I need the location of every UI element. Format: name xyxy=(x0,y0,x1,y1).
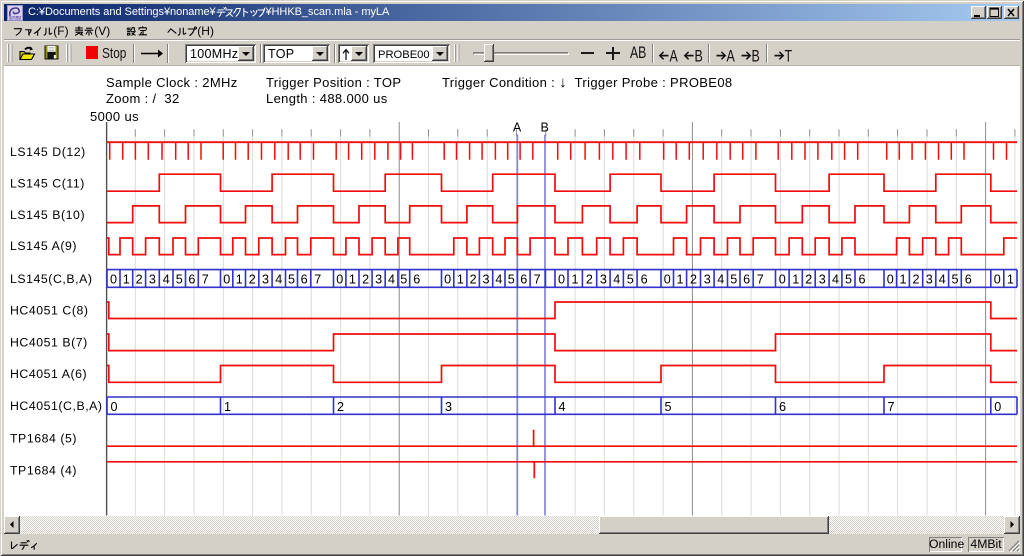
svg-text:LS145 C(11): LS145 C(11) xyxy=(10,176,85,190)
svg-text:6: 6 xyxy=(301,273,308,287)
svg-text:0: 0 xyxy=(110,400,117,414)
svg-text:1: 1 xyxy=(676,273,683,287)
svg-text:4: 4 xyxy=(939,273,946,287)
svg-text:0: 0 xyxy=(336,273,343,287)
svg-text:2: 2 xyxy=(249,273,256,287)
svg-text:6: 6 xyxy=(641,273,648,287)
svg-text:TP1684 (5): TP1684 (5) xyxy=(10,431,77,445)
svg-text:0: 0 xyxy=(994,400,1001,414)
svg-text:0: 0 xyxy=(110,273,117,287)
svg-text:2: 2 xyxy=(136,273,143,287)
svg-text:HC4051 C(8): HC4051 C(8) xyxy=(10,304,89,318)
svg-text:5: 5 xyxy=(288,273,295,287)
svg-text:3: 3 xyxy=(482,273,489,287)
svg-text:5: 5 xyxy=(508,273,515,287)
svg-text:7: 7 xyxy=(202,273,209,287)
svg-text:6: 6 xyxy=(965,273,972,287)
svg-text:5: 5 xyxy=(951,273,958,287)
svg-text:0: 0 xyxy=(223,273,230,287)
svg-text:5: 5 xyxy=(176,273,183,287)
svg-text:2: 2 xyxy=(912,273,919,287)
svg-text:3: 3 xyxy=(262,273,269,287)
svg-text:0: 0 xyxy=(558,273,565,287)
svg-text:0: 0 xyxy=(664,273,671,287)
svg-text:0: 0 xyxy=(444,273,451,287)
svg-text:3: 3 xyxy=(819,273,826,287)
svg-text:HC4051 A(6): HC4051 A(6) xyxy=(10,367,87,381)
svg-text:2: 2 xyxy=(690,273,697,287)
svg-text:1: 1 xyxy=(792,273,799,287)
svg-text:1: 1 xyxy=(224,400,231,414)
svg-text:4: 4 xyxy=(388,273,395,287)
svg-text:7: 7 xyxy=(887,400,894,414)
svg-text:4: 4 xyxy=(832,273,839,287)
svg-text:4: 4 xyxy=(717,273,724,287)
svg-text:3: 3 xyxy=(926,273,933,287)
svg-text:7: 7 xyxy=(757,273,764,287)
svg-text:0: 0 xyxy=(779,273,786,287)
svg-text:6: 6 xyxy=(188,273,195,287)
svg-text:3: 3 xyxy=(704,273,711,287)
svg-text:4: 4 xyxy=(613,273,620,287)
svg-text:LS145 B(10): LS145 B(10) xyxy=(10,208,85,222)
svg-text:5: 5 xyxy=(730,273,737,287)
svg-text:HC4051(C,B,A): HC4051(C,B,A) xyxy=(10,399,103,413)
svg-text:3: 3 xyxy=(445,400,452,414)
svg-text:1: 1 xyxy=(236,273,243,287)
svg-text:1: 1 xyxy=(571,273,578,287)
svg-text:3: 3 xyxy=(600,273,607,287)
svg-text:7: 7 xyxy=(534,273,541,287)
svg-text:LS145 D(12): LS145 D(12) xyxy=(10,145,86,159)
svg-text:6: 6 xyxy=(743,273,750,287)
svg-text:4: 4 xyxy=(275,273,282,287)
svg-text:0: 0 xyxy=(994,273,1001,287)
svg-text:HC4051 B(7): HC4051 B(7) xyxy=(10,335,88,349)
svg-text:6: 6 xyxy=(858,273,865,287)
svg-text:5: 5 xyxy=(845,273,852,287)
svg-text:4: 4 xyxy=(558,400,565,414)
svg-text:B: B xyxy=(541,121,549,135)
svg-text:2: 2 xyxy=(362,273,369,287)
svg-text:LS145 A(9): LS145 A(9) xyxy=(10,239,77,253)
svg-text:1: 1 xyxy=(123,273,130,287)
svg-text:3: 3 xyxy=(375,273,382,287)
svg-text:2: 2 xyxy=(586,273,593,287)
svg-text:6: 6 xyxy=(520,273,527,287)
svg-text:5: 5 xyxy=(664,400,671,414)
svg-text:A: A xyxy=(513,121,522,135)
svg-text:1: 1 xyxy=(457,273,464,287)
svg-text:0: 0 xyxy=(887,273,894,287)
svg-text:1: 1 xyxy=(349,273,356,287)
svg-text:1: 1 xyxy=(1007,273,1014,287)
svg-text:6: 6 xyxy=(779,400,786,414)
svg-text:2: 2 xyxy=(470,273,477,287)
svg-text:4: 4 xyxy=(495,273,502,287)
svg-text:5: 5 xyxy=(627,273,634,287)
svg-text:3: 3 xyxy=(149,273,156,287)
svg-text:1: 1 xyxy=(899,273,906,287)
svg-text:2: 2 xyxy=(337,400,344,414)
svg-text:5000 us: 5000 us xyxy=(90,109,139,124)
svg-text:6: 6 xyxy=(413,273,420,287)
svg-text:LS145(C,B,A): LS145(C,B,A) xyxy=(10,272,92,286)
svg-text:4: 4 xyxy=(163,273,170,287)
svg-text:2: 2 xyxy=(805,273,812,287)
svg-text:TP1684 (4): TP1684 (4) xyxy=(10,463,77,477)
svg-text:5: 5 xyxy=(400,273,407,287)
svg-text:7: 7 xyxy=(314,273,321,287)
